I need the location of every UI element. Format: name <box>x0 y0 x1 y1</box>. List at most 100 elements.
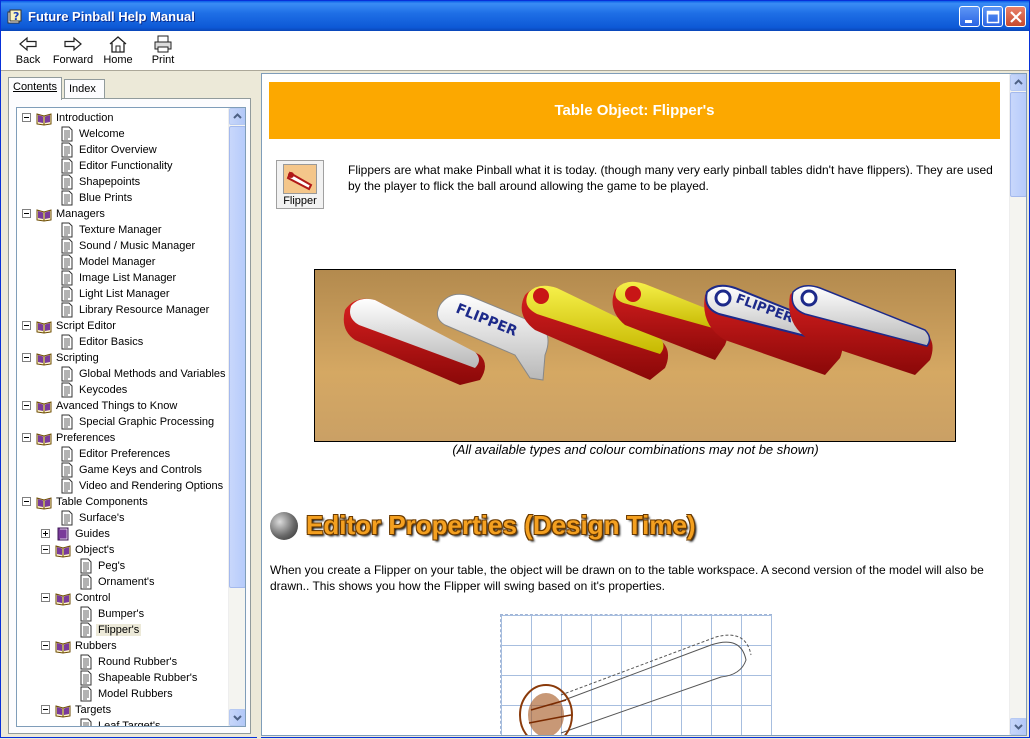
tree-item[interactable]: Video and Rendering Options <box>17 478 229 494</box>
open-book-icon <box>36 318 52 334</box>
contents-tree: Introduction Welcome Editor Overview Editor… <box>17 108 229 726</box>
window-title: Future Pinball Help Manual <box>28 9 195 24</box>
tree-item[interactable]: Preferences <box>17 430 229 446</box>
content-scroll-up-button[interactable] <box>1010 74 1026 91</box>
scroll-up-button[interactable] <box>229 108 245 125</box>
tree-item[interactable]: Model Rubbers <box>17 686 229 702</box>
tree-item[interactable]: Bumper's <box>17 606 229 622</box>
tree-item[interactable]: Rubbers <box>17 638 229 654</box>
collapse-icon[interactable] <box>22 321 31 330</box>
title-bar[interactable]: ? Future Pinball Help Manual <box>1 1 1029 31</box>
section-heading-text: Editor Properties (Design Time) <box>306 510 696 540</box>
tab-index[interactable]: Index <box>64 79 105 99</box>
collapse-icon[interactable] <box>41 545 50 554</box>
topic-content: Table Object: Flipper's Flipper Flippers… <box>262 74 1009 735</box>
page-icon <box>59 270 75 286</box>
tree-item-label: Flipper's <box>96 624 142 636</box>
print-button[interactable]: Print <box>147 33 179 69</box>
tree-item-label: Scripting <box>56 352 99 364</box>
content-scroll-thumb[interactable] <box>1010 92 1026 197</box>
expand-icon[interactable] <box>41 529 50 538</box>
tree-scrollbar[interactable] <box>228 108 245 726</box>
tree-item[interactable]: Editor Preferences <box>17 446 229 462</box>
forward-label: Forward <box>52 54 94 66</box>
tree-item[interactable]: Peg's <box>17 558 229 574</box>
tree-item[interactable]: Table Components <box>17 494 229 510</box>
page-icon <box>59 462 75 478</box>
tree-item[interactable]: Round Rubber's <box>17 654 229 670</box>
close-button[interactable] <box>1005 6 1026 27</box>
tree-item[interactable]: Avanced Things to Know <box>17 398 229 414</box>
collapse-icon[interactable] <box>22 353 31 362</box>
tree-item[interactable]: Game Keys and Controls <box>17 462 229 478</box>
tree-item-label: Guides <box>75 528 110 540</box>
open-book-icon <box>36 398 52 414</box>
content-scroll-down-button[interactable] <box>1010 718 1026 735</box>
collapse-icon[interactable] <box>22 209 31 218</box>
tree-item[interactable]: Introduction <box>17 110 229 126</box>
tree-item[interactable]: Surface's <box>17 510 229 526</box>
collapse-icon[interactable] <box>22 113 31 122</box>
tab-index-label: Index <box>69 83 96 95</box>
tree-item-label: Targets <box>75 704 112 716</box>
closed-book-icon <box>55 526 71 542</box>
tree-item[interactable]: Object's <box>17 542 229 558</box>
back-button[interactable]: Back <box>10 33 46 69</box>
tree-item[interactable]: Special Graphic Processing <box>17 414 229 430</box>
tree-item-label: Peg's <box>98 560 126 572</box>
collapse-icon[interactable] <box>41 705 50 714</box>
page-icon <box>59 190 75 206</box>
tree-item[interactable]: Scripting <box>17 350 229 366</box>
tree-item[interactable]: Shapepoints <box>17 174 229 190</box>
tree-item[interactable]: Image List Manager <box>17 270 229 286</box>
forward-button[interactable]: Forward <box>51 33 95 69</box>
tree-item[interactable]: Global Methods and Variables <box>17 366 229 382</box>
tree-item[interactable]: Editor Basics <box>17 334 229 350</box>
collapse-icon[interactable] <box>22 433 31 442</box>
collapse-icon[interactable] <box>22 497 31 506</box>
tree-item-label: Welcome <box>79 128 125 140</box>
scroll-down-button[interactable] <box>229 709 245 726</box>
tree-item[interactable]: Ornament's <box>17 574 229 590</box>
collapse-icon[interactable] <box>41 593 50 602</box>
tree-item[interactable]: Control <box>17 590 229 606</box>
content-scrollbar[interactable] <box>1009 74 1026 735</box>
tree-item[interactable]: Guides <box>17 526 229 542</box>
page-icon <box>59 478 75 494</box>
tree-item-label: Avanced Things to Know <box>56 400 178 412</box>
tree-item[interactable]: Leaf Target's <box>17 718 229 726</box>
scroll-thumb[interactable] <box>229 126 245 588</box>
maximize-button[interactable] <box>982 6 1003 27</box>
tree-item[interactable]: Managers <box>17 206 229 222</box>
page-icon <box>78 606 94 622</box>
tree-item[interactable]: Model Manager <box>17 254 229 270</box>
toolbar: Back Forward Home Print <box>1 31 1029 71</box>
open-book-icon <box>36 110 52 126</box>
tree-item[interactable]: Editor Overview <box>17 142 229 158</box>
section-text: When you create a Flipper on your table,… <box>270 563 984 593</box>
minimize-button[interactable] <box>959 6 980 27</box>
home-icon <box>109 36 127 53</box>
tree-item[interactable]: Texture Manager <box>17 222 229 238</box>
collapse-icon[interactable] <box>41 641 50 650</box>
tree-item[interactable]: Library Resource Manager <box>17 302 229 318</box>
tree-item[interactable]: Script Editor <box>17 318 229 334</box>
tree-item[interactable]: Light List Manager <box>17 286 229 302</box>
tree-item[interactable]: Blue Prints <box>17 190 229 206</box>
tree-item[interactable]: Welcome <box>17 126 229 142</box>
tree-item[interactable]: Shapeable Rubber's <box>17 670 229 686</box>
open-book-icon <box>36 206 52 222</box>
tree-item[interactable]: Flipper's <box>17 622 229 638</box>
tree-item[interactable]: Sound / Music Manager <box>17 238 229 254</box>
tree-item-label: Sound / Music Manager <box>79 240 196 252</box>
tab-contents[interactable]: Contents <box>8 77 62 100</box>
tree-item[interactable]: Targets <box>17 702 229 718</box>
tree-item-label: Model Manager <box>79 256 156 268</box>
print-label: Print <box>151 54 175 66</box>
tree-item-label: Blue Prints <box>79 192 133 204</box>
home-button[interactable]: Home <box>101 33 135 69</box>
tree-item[interactable]: Keycodes <box>17 382 229 398</box>
tree-item[interactable]: Editor Functionality <box>17 158 229 174</box>
tree-item-label: Shapeable Rubber's <box>98 672 198 684</box>
collapse-icon[interactable] <box>22 401 31 410</box>
